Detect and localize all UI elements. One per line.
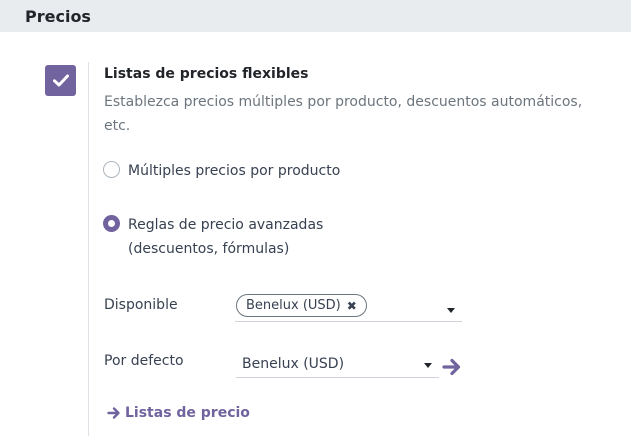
setting-divider bbox=[88, 62, 89, 436]
default-pricelist-value: Benelux (USD) bbox=[242, 356, 345, 372]
check-icon bbox=[52, 74, 69, 87]
pricelist-tag: Benelux (USD) ✖ bbox=[236, 294, 367, 317]
radio-option-multiple-prices[interactable]: Múltiples precios por producto bbox=[103, 159, 358, 183]
arrow-right-icon[interactable] bbox=[442, 357, 462, 377]
pricelist-checkbox[interactable] bbox=[45, 65, 76, 96]
pricelists-link[interactable]: Listas de precio bbox=[107, 405, 250, 421]
setting-description: Establezca precios múltiples por product… bbox=[104, 94, 583, 134]
radio-option-advanced-rules[interactable]: Reglas de precio avanzadas (descuentos, … bbox=[103, 213, 358, 261]
arrow-right-icon bbox=[107, 407, 120, 419]
section-header: Precios bbox=[0, 0, 631, 32]
available-label: Disponible bbox=[104, 297, 178, 313]
radio-button-selected[interactable] bbox=[103, 215, 120, 232]
radio-label: Reglas de precio avanzadas (descuentos, … bbox=[128, 217, 324, 257]
available-pricelists-field[interactable]: Benelux (USD) ✖ bbox=[235, 293, 462, 322]
radio-button[interactable] bbox=[103, 161, 120, 178]
close-icon[interactable]: ✖ bbox=[347, 299, 357, 313]
caret-down-icon[interactable] bbox=[447, 308, 455, 313]
default-pricelist-field[interactable]: Benelux (USD) bbox=[236, 351, 439, 378]
tag-label: Benelux (USD) bbox=[246, 298, 341, 313]
setting-title: Listas de precios flexibles bbox=[104, 66, 309, 82]
default-label: Por defecto bbox=[104, 353, 184, 369]
radio-label: Múltiples precios por producto bbox=[128, 163, 341, 179]
section-title: Precios bbox=[25, 6, 91, 26]
pricelists-link-label: Listas de precio bbox=[125, 405, 250, 421]
caret-down-icon[interactable] bbox=[424, 363, 432, 368]
